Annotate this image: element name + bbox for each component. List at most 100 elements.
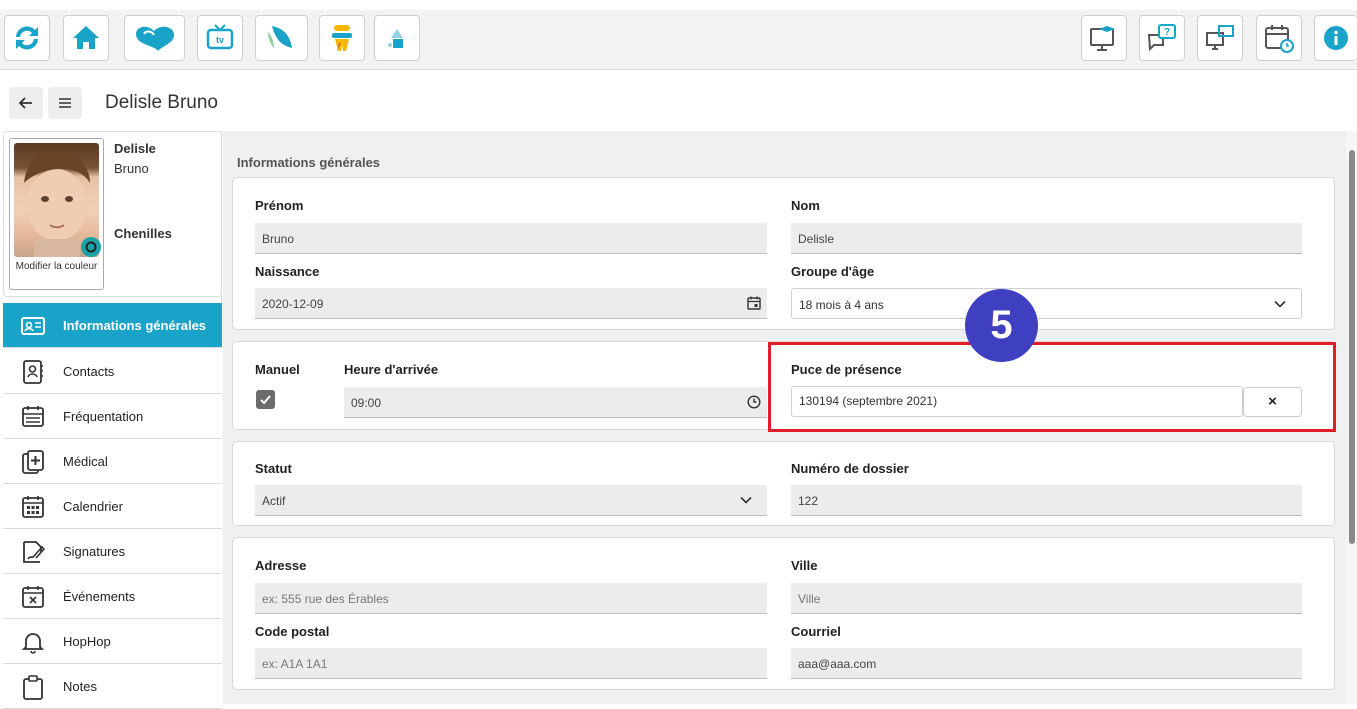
sync-screens-icon <box>1206 25 1234 50</box>
courriel-label: Courriel <box>791 624 841 639</box>
monitor-education-button[interactable] <box>1081 15 1127 61</box>
character-icon <box>332 25 352 51</box>
sidebar-item-label: Notes <box>63 679 97 694</box>
profile-last-name: Delisle <box>114 141 156 156</box>
profile-first-name: Bruno <box>114 161 149 176</box>
signature-icon <box>23 541 46 563</box>
manuel-checkbox[interactable] <box>256 390 275 409</box>
sidebar-item-label: Fréquentation <box>63 409 144 424</box>
manuel-label: Manuel <box>255 362 300 377</box>
home-button[interactable] <box>63 15 109 61</box>
profile-group: Chenilles <box>114 226 172 241</box>
chevron-down-icon <box>1274 300 1286 308</box>
contacts-icon <box>23 360 43 384</box>
shapes-button[interactable] <box>374 15 420 61</box>
nom-label: Nom <box>791 198 820 213</box>
groupe-select[interactable]: 18 mois à 4 ans <box>791 288 1302 319</box>
heure-field[interactable]: 09:00 <box>344 387 767 418</box>
page-title: Delisle Bruno <box>105 92 218 113</box>
sidebar-item-label: Médical <box>63 454 108 469</box>
info-button[interactable] <box>1314 15 1357 61</box>
calendar-clock-button[interactable] <box>1256 15 1302 61</box>
sidebar-item-medical[interactable]: Médical <box>3 439 222 484</box>
sidebar-item-evenements[interactable]: Événements <box>3 574 222 619</box>
ville-field[interactable]: Ville <box>791 583 1302 614</box>
chevron-down-icon <box>740 496 752 504</box>
menu-button[interactable] <box>48 87 82 119</box>
naissance-label: Naissance <box>255 264 320 279</box>
calendar-icon <box>22 496 44 518</box>
sidebar-item-label: Calendrier <box>63 499 123 514</box>
scrollbar-thumb[interactable] <box>1349 150 1355 544</box>
dossier-label: Numéro de dossier <box>791 461 909 476</box>
postal-label: Code postal <box>255 624 330 639</box>
back-button[interactable] <box>9 87 43 119</box>
groupe-value: 18 mois à 4 ans <box>799 298 884 312</box>
character-button[interactable] <box>319 15 365 61</box>
home-icon <box>73 26 99 49</box>
sync-screens-button[interactable] <box>1197 15 1243 61</box>
svg-text:?: ? <box>1164 27 1170 38</box>
prenom-field[interactable]: Bruno <box>255 223 767 254</box>
id-card-icon <box>21 317 45 335</box>
photo-caption[interactable]: Modifier la couleur <box>14 261 99 273</box>
tv-icon: tv <box>206 24 234 50</box>
tv-button[interactable]: tv <box>197 15 243 61</box>
calendar-clock-icon <box>1265 25 1294 53</box>
sidebar-item-label: Informations générales <box>63 318 207 333</box>
top-strip <box>0 0 1357 10</box>
heure-label: Heure d'arrivée <box>344 362 439 377</box>
sidebar-item-label: HopHop <box>63 634 111 649</box>
svg-text:tv: tv <box>216 35 224 45</box>
events-icon <box>22 586 44 608</box>
attendance-icon <box>22 406 44 427</box>
courriel-field[interactable]: aaa@aaa.com <box>791 648 1302 679</box>
refresh-icon <box>16 26 38 50</box>
calendar-icon[interactable] <box>747 296 761 310</box>
refresh-button[interactable] <box>4 15 50 61</box>
check-icon <box>260 395 271 405</box>
adresse-label: Adresse <box>255 558 307 573</box>
hophop-button[interactable] <box>124 15 185 61</box>
statut-label: Statut <box>255 461 292 476</box>
naissance-field[interactable]: 2020-12-09 <box>255 288 767 319</box>
sidebar-item-calendrier[interactable]: Calendrier <box>3 484 222 529</box>
sidebar-item-signatures[interactable]: Signatures <box>3 529 222 574</box>
clipboard-icon <box>23 675 43 700</box>
bell-icon <box>21 633 45 654</box>
postal-field[interactable]: ex: A1A 1A1 <box>255 648 767 679</box>
sidebar-item-notes[interactable]: Notes <box>3 664 222 709</box>
highlight-box <box>768 342 1336 432</box>
clock-icon[interactable] <box>747 395 761 409</box>
naissance-value: 2020-12-09 <box>262 297 324 311</box>
ville-label: Ville <box>791 558 818 573</box>
statut-select[interactable]: Actif <box>255 485 767 516</box>
section-title: Informations générales <box>237 155 381 170</box>
sidebar-item-hophop[interactable]: HopHop <box>3 619 222 664</box>
nom-field[interactable]: Delisle <box>791 223 1302 254</box>
info-icon <box>1324 26 1348 50</box>
help-chat-icon: ? <box>1147 24 1176 52</box>
sidebar-item-informations-generales[interactable]: Informations générales <box>3 303 222 348</box>
hophop-logo-icon <box>135 26 174 51</box>
sidebar-item-contacts[interactable]: Contacts <box>3 349 222 394</box>
adresse-field[interactable]: ex: 555 rue des Érables <box>255 583 767 614</box>
wings-icon <box>267 26 292 48</box>
arrow-left-icon <box>18 97 32 109</box>
sidebar-item-frequentation[interactable]: Fréquentation <box>3 394 222 439</box>
prenom-label: Prénom <box>255 198 304 213</box>
medical-icon <box>22 450 44 474</box>
help-chat-button[interactable]: ? <box>1139 15 1185 61</box>
groupe-label: Groupe d'âge <box>791 264 875 279</box>
shapes-icon <box>388 29 403 48</box>
statut-value: Actif <box>262 494 286 508</box>
sidebar-item-label: Événements <box>63 589 136 604</box>
hamburger-menu-icon <box>59 98 71 108</box>
heure-value: 09:00 <box>351 396 382 410</box>
sidebar-item-label: Contacts <box>63 364 115 379</box>
wings-button[interactable] <box>255 15 308 61</box>
dossier-field[interactable]: 122 <box>791 485 1302 516</box>
sidebar-item-label: Signatures <box>63 544 126 559</box>
camera-icon[interactable] <box>81 237 101 257</box>
monitor-education-icon <box>1090 26 1115 51</box>
